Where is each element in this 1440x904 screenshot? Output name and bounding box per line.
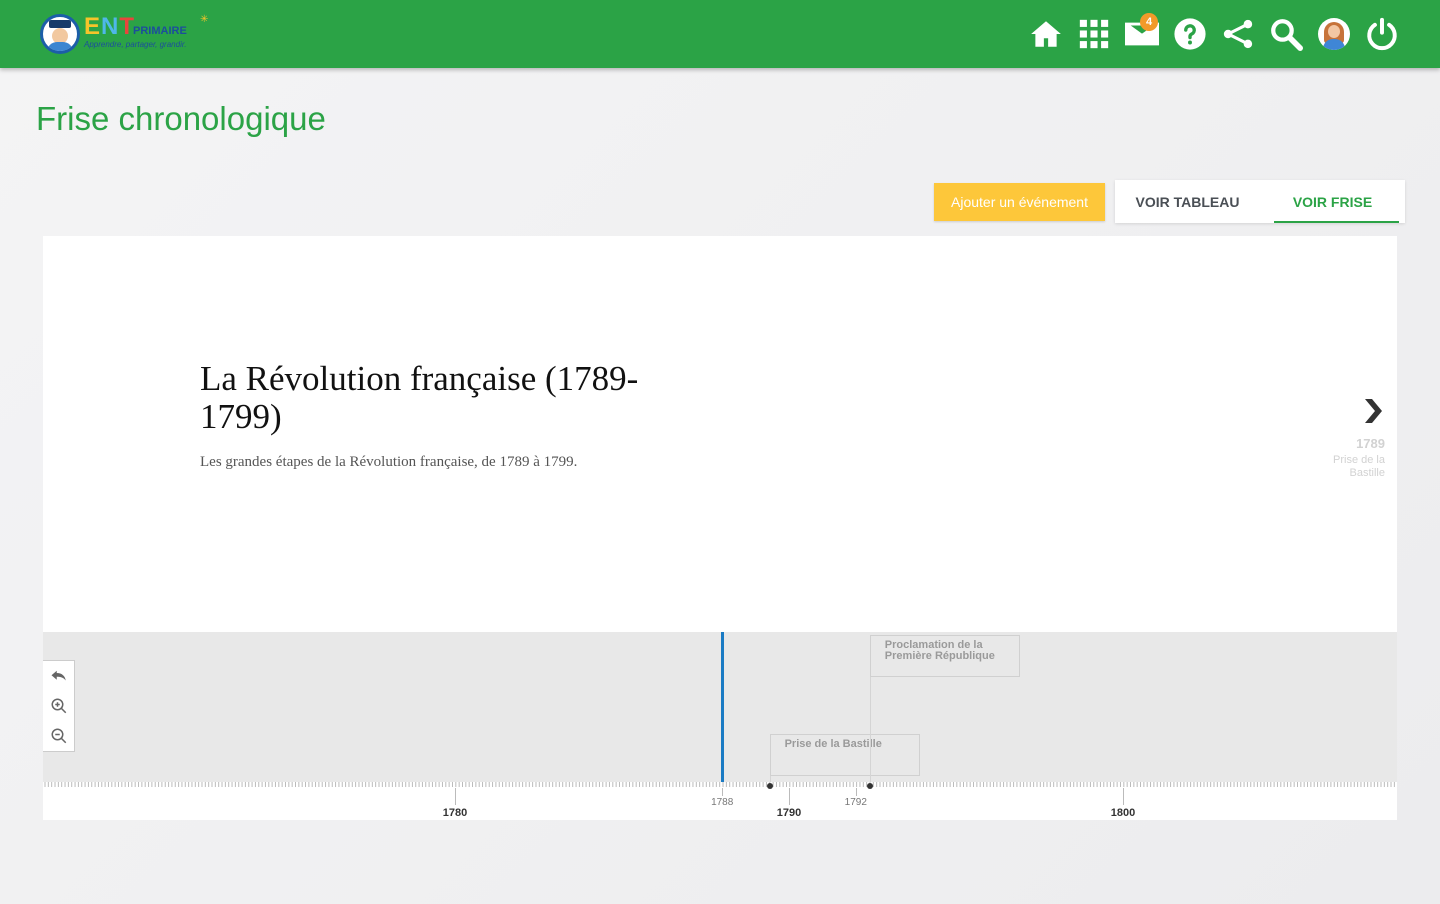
axis-label-1788: 1788 <box>711 797 734 808</box>
search-icon <box>1271 19 1303 51</box>
zoom-out-button[interactable] <box>43 721 74 751</box>
axis-major-mark <box>789 788 790 805</box>
event-dot <box>766 783 773 789</box>
axis-label-1780: 1780 <box>442 807 468 819</box>
home-button[interactable] <box>1026 14 1066 54</box>
top-navbar: ENT PRIMAIRE Apprendre, partager, grandi… <box>0 0 1440 68</box>
slide-title: La Révolution française (1789-1799) <box>200 359 639 436</box>
undo-icon <box>51 670 66 681</box>
view-switcher: VOIR TABLEAU VOIR FRISE <box>1115 180 1405 223</box>
logout-button[interactable] <box>1362 14 1402 54</box>
share-button[interactable] <box>1218 14 1258 54</box>
search-button[interactable] <box>1266 14 1306 54</box>
ent-primaire-logo[interactable]: ENT PRIMAIRE Apprendre, partager, grandi… <box>38 12 213 56</box>
add-event-button[interactable]: Ajouter un événement <box>934 183 1105 221</box>
axis-minor-mark <box>722 788 724 796</box>
chevron-right-icon <box>1361 396 1385 426</box>
event-marker[interactable]: Proclamation de la Première République <box>869 635 1020 677</box>
axis-label-1792: 1792 <box>844 797 867 808</box>
current-position-line <box>721 632 725 782</box>
help-button[interactable] <box>1170 14 1210 54</box>
next-slide-label: Prise de la Bastille <box>1333 454 1385 479</box>
avatar <box>1318 18 1350 50</box>
back-to-start-button[interactable] <box>43 661 74 691</box>
power-icon <box>1367 17 1397 51</box>
logo-mascot <box>40 14 80 54</box>
event-dot <box>866 783 873 789</box>
apps-grid-icon <box>1079 19 1109 49</box>
timeline-slide: La Révolution française (1789-1799) Les … <box>43 236 1397 632</box>
next-slide-date: 1789 <box>1356 436 1385 451</box>
timenav[interactable]: Prise de la Bastille Proclamation de la P… <box>43 632 1397 782</box>
logo-wordmark: ENT <box>84 13 136 40</box>
home-icon <box>1031 21 1061 47</box>
axis-ticks <box>44 782 1395 787</box>
axis-minor-mark <box>855 788 857 796</box>
unread-badge: 4 <box>1140 13 1158 31</box>
zoom-in-button[interactable] <box>43 691 74 721</box>
axis-major-mark <box>455 788 456 805</box>
slide-description: Les grandes étapes de la Révolution fran… <box>200 454 578 470</box>
axis-label-1790: 1790 <box>776 807 802 819</box>
event-marker[interactable]: Prise de la Bastille <box>769 734 920 776</box>
axis-major-mark <box>1123 788 1124 805</box>
tab-voir-frise[interactable]: VOIR FRISE <box>1260 180 1405 223</box>
apps-button[interactable] <box>1074 14 1114 54</box>
zoom-out-icon <box>51 728 66 744</box>
axis-label-1800: 1800 <box>1110 807 1136 819</box>
sparkle-icon: ✳ <box>200 14 209 25</box>
logo-tagline: Apprendre, partager, grandir. <box>84 40 187 49</box>
logo-primaire: PRIMAIRE <box>133 25 187 37</box>
share-icon <box>1223 19 1253 49</box>
header-nav: 4 <box>1018 13 1402 54</box>
zoom-controls <box>43 660 75 752</box>
tab-voir-tableau[interactable]: VOIR TABLEAU <box>1115 180 1260 223</box>
next-slide-button[interactable]: 1789 Prise de la Bastille <box>1295 396 1385 480</box>
time-axis: 1780 1790 1800 1788 1792 <box>43 782 1397 820</box>
zoom-in-icon <box>51 698 66 714</box>
messages-button[interactable]: 4 <box>1122 13 1162 54</box>
profile-button[interactable] <box>1314 14 1354 54</box>
help-icon <box>1174 18 1206 50</box>
page-title: Frise chronologique <box>36 100 326 137</box>
